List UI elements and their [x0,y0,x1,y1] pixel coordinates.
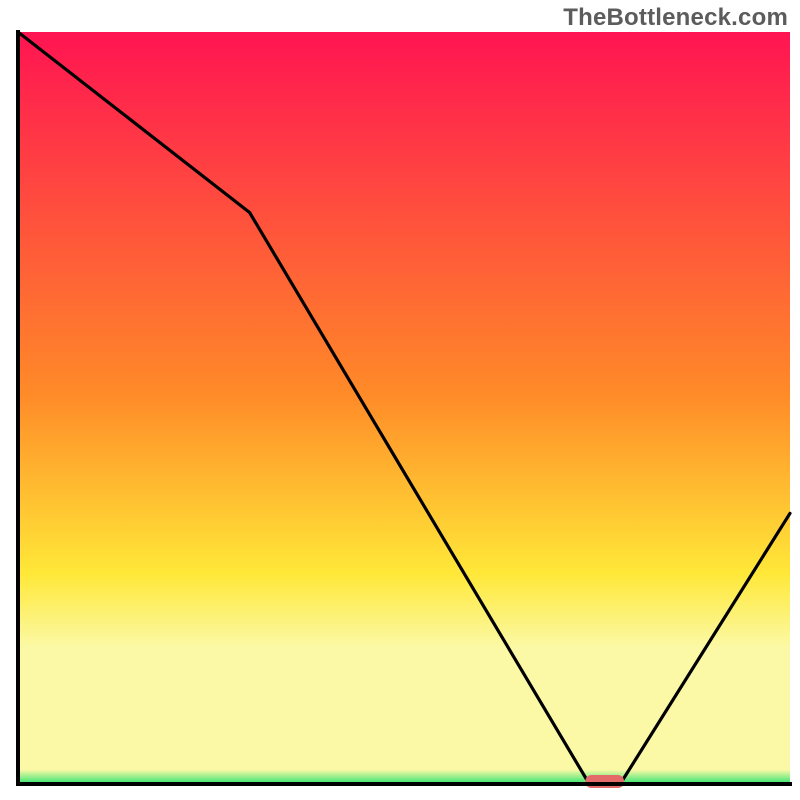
plot-background [18,32,790,784]
bottleneck-chart [0,0,800,800]
optimal-marker [585,775,624,788]
chart-frame: TheBottleneck.com [0,0,800,800]
